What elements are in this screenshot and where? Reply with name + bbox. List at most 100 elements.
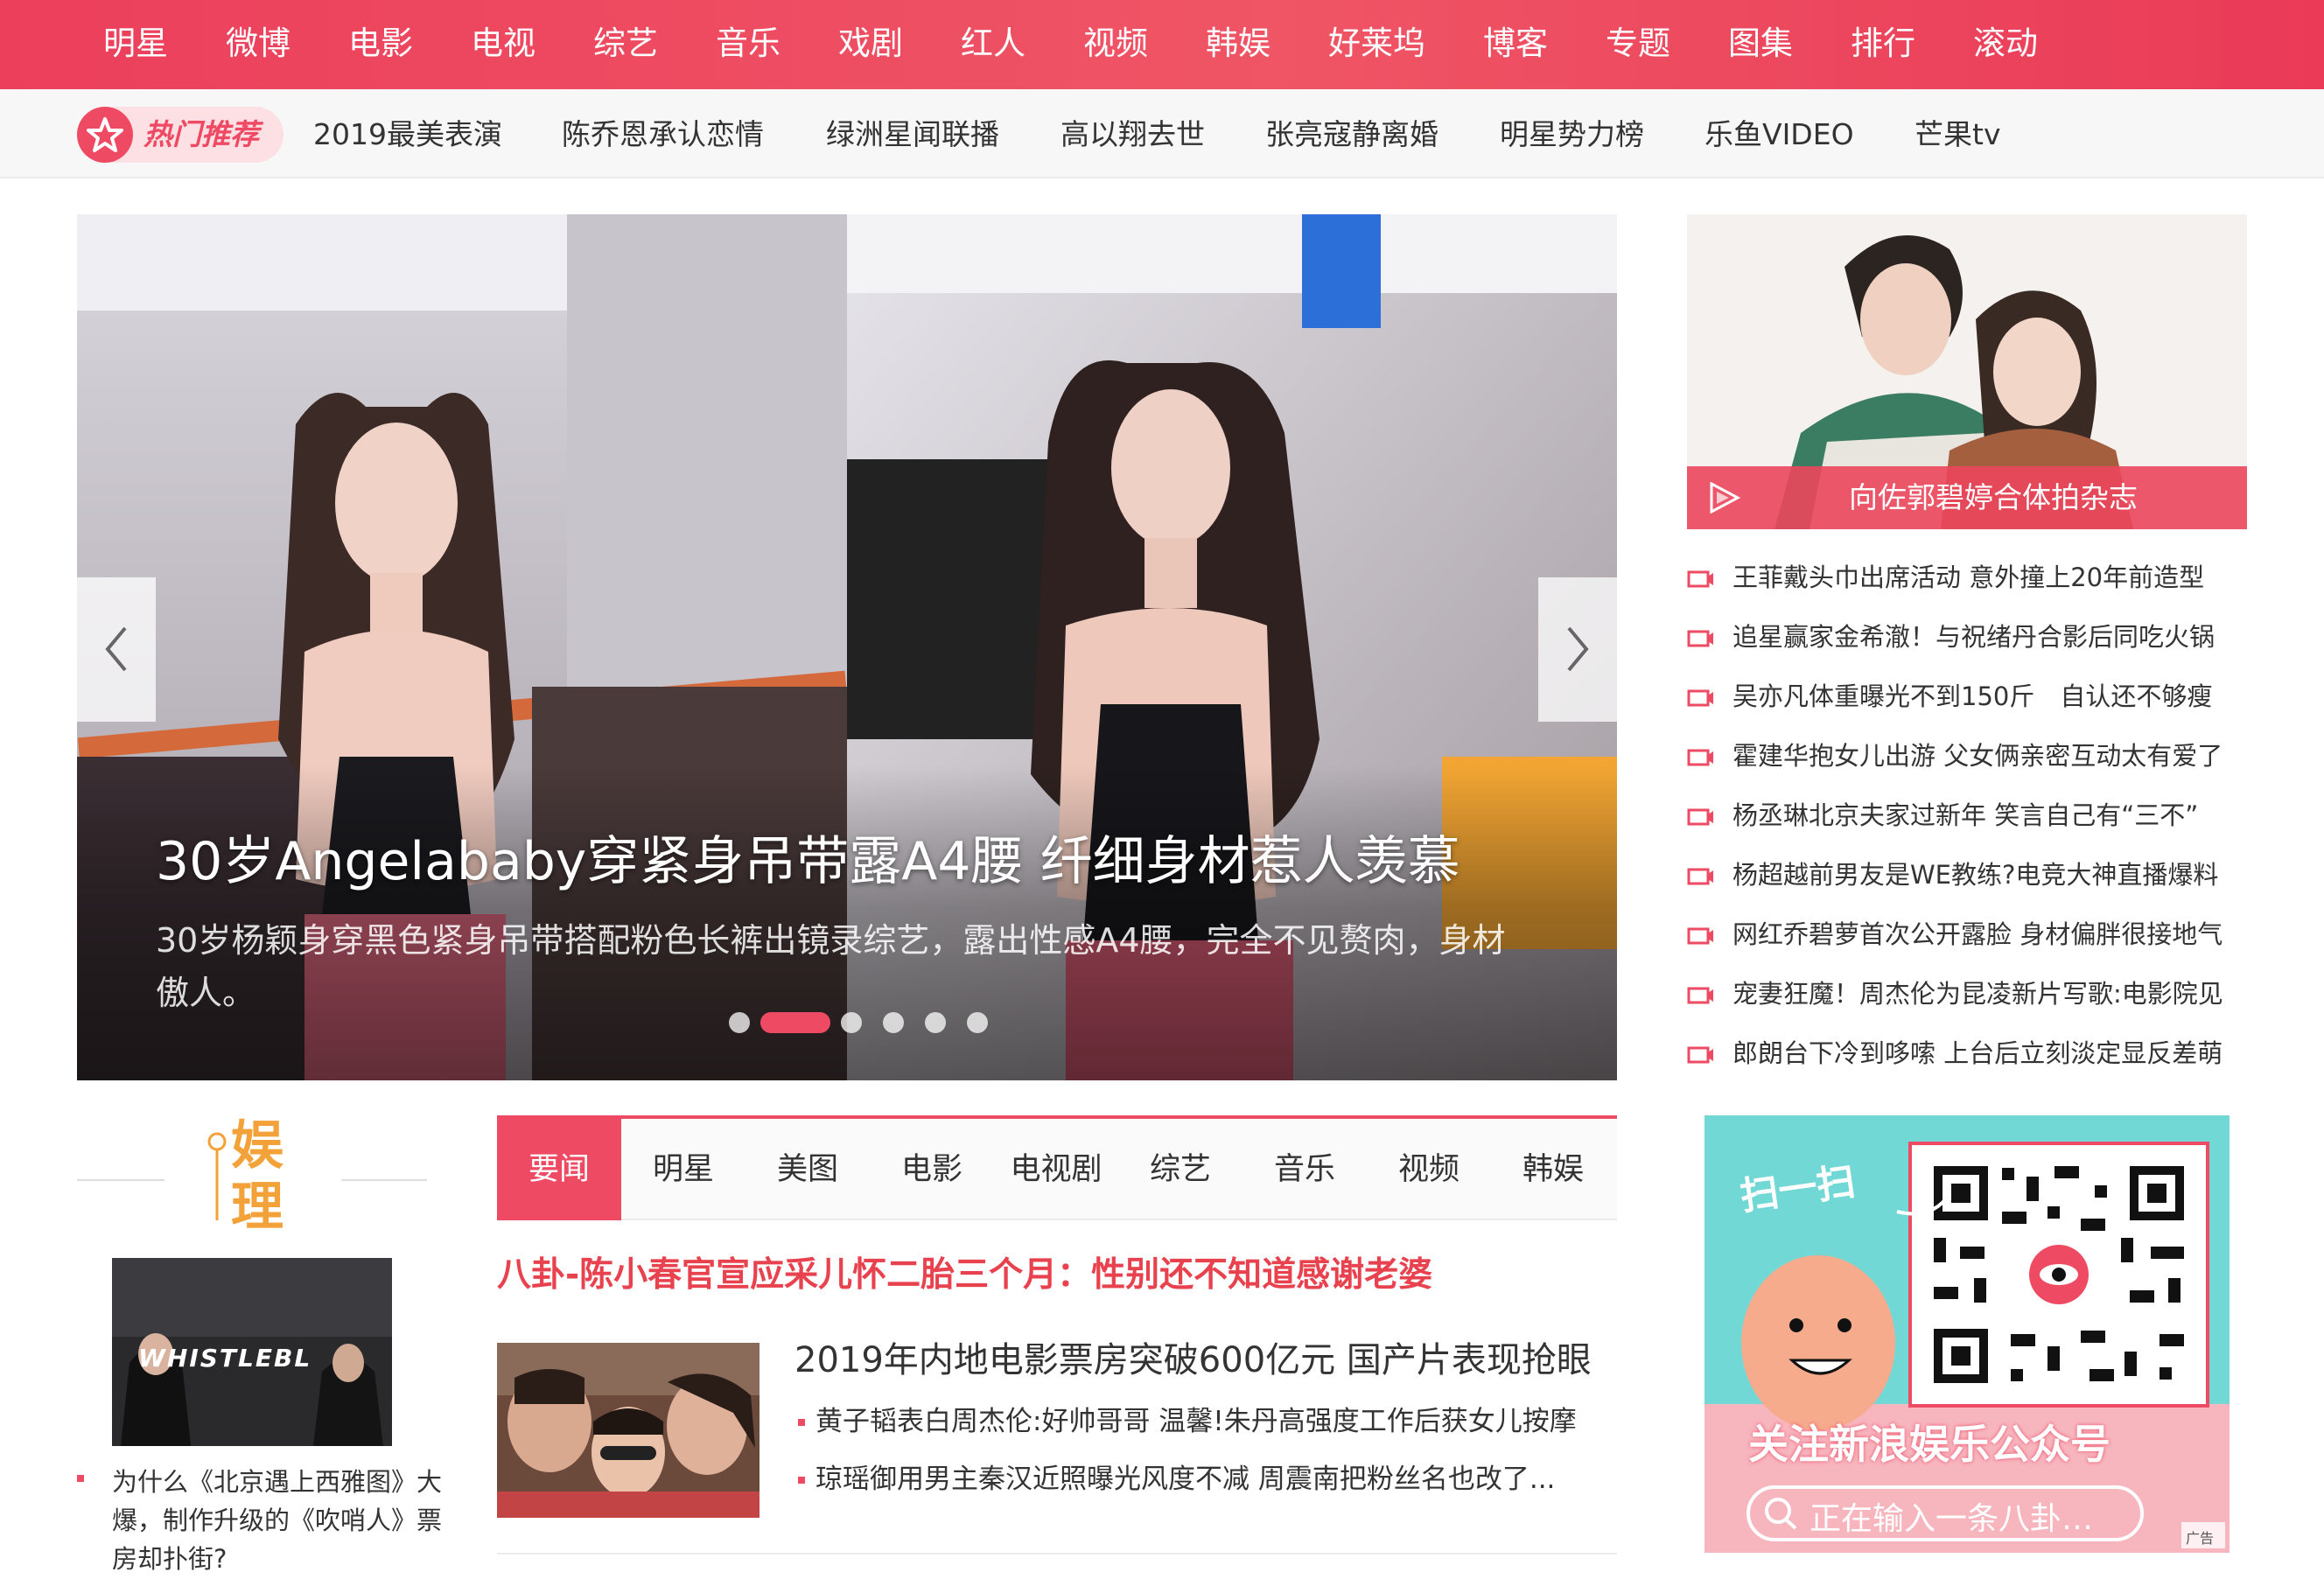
nav-item-stars[interactable]: 明星: [103, 19, 168, 68]
yuli-logo: 娱 理: [201, 1115, 306, 1247]
star-icon: [77, 107, 133, 163]
wechat-qr-ad[interactable]: 扫一扫 关注新浪娱乐公众号 正在输入一条八卦… 广告: [1704, 1115, 2230, 1553]
featured-title: 向佐郭碧婷合体拍杂志: [1849, 480, 2138, 514]
hot-recommend-pill: 热门推荐: [77, 107, 284, 163]
nav-item-ranking[interactable]: 排行: [1851, 19, 1915, 68]
carousel-dot[interactable]: [967, 1012, 988, 1033]
hot-recommend-bar: 热门推荐 2019最美表演 陈乔恩承认恋情 绿洲星闻联播 高以翔去世 张亮寇静离…: [0, 89, 2324, 178]
family-photo: [497, 1343, 760, 1518]
video-icon: [1687, 689, 1713, 707]
featured-caption-bar: 向佐郭碧婷合体拍杂志: [1687, 466, 2247, 529]
article-thumbnail[interactable]: WHISTLEBL: [112, 1258, 392, 1446]
tab-movies[interactable]: 电影: [870, 1119, 994, 1220]
tab-video[interactable]: 视频: [1367, 1119, 1491, 1220]
nav-item-drama[interactable]: 戏剧: [838, 19, 903, 68]
story-thumbnail[interactable]: [497, 1343, 760, 1518]
tab-korean[interactable]: 韩娱: [1491, 1119, 1615, 1220]
news-list-text: 王菲戴头巾出席活动 意外撞上20年前造型: [1732, 562, 2205, 592]
headline-carousel[interactable]: 30岁Angelababy穿紧身吊带露A4腰 纤细身材惹人羡慕 30岁杨颖身穿黑…: [77, 214, 1617, 1080]
carousel-dot[interactable]: [883, 1012, 904, 1033]
logo-char: 理: [231, 1177, 284, 1238]
carousel-next-button[interactable]: [1538, 577, 1617, 722]
hot-link[interactable]: 2019最美表演: [313, 115, 502, 155]
ad-badge: 广告: [2186, 1530, 2215, 1547]
carousel-pagination: [729, 1010, 1079, 1037]
carousel-title[interactable]: 30岁Angelababy穿紧身吊带露A4腰 纤细身材惹人羡慕: [156, 827, 1556, 897]
story-sub-text: 黄子韬表白周杰伦:好帅哥哥 温馨!朱丹高强度工作后获女儿按摩: [816, 1406, 1577, 1437]
chevron-right-icon: [1567, 626, 1589, 672]
news-list-item[interactable]: 霍建华抱女儿出游 父女俩亲密互动太有爱了: [1687, 728, 2247, 787]
carousel-prev-button[interactable]: [77, 577, 156, 722]
nav-item-video[interactable]: 视频: [1083, 19, 1148, 68]
top-nav: 明星 微博 电影 电视 综艺 音乐 戏剧 红人 视频 韩娱 好莱坞 博客 专题 …: [0, 0, 2324, 89]
nav-item-korean[interactable]: 韩娱: [1206, 19, 1270, 68]
nav-item-music[interactable]: 音乐: [716, 19, 780, 68]
article-caption-text[interactable]: 为什么《北京遇上西雅图》大爆，制作升级的《吹哨人》票房却扑街?: [112, 1463, 444, 1578]
news-list-item[interactable]: 王菲戴头巾出席活动 意外撞上20年前造型: [1687, 549, 2247, 609]
tab-headlines[interactable]: 要闻: [497, 1119, 621, 1220]
news-list-item[interactable]: 追星赢家金希澈！与祝绪丹合影后同吃火锅: [1687, 609, 2247, 668]
video-icon: [1687, 868, 1713, 885]
hot-link[interactable]: 高以翔去世: [1060, 115, 1205, 155]
nav-item-blog[interactable]: 博客: [1483, 19, 1548, 68]
story-sub-item[interactable]: 琼瑶御用男主秦汉近照曝光风度不减 周震南把粉丝名也改了...: [794, 1457, 1634, 1501]
hot-recommend-label: 热门推荐: [144, 117, 259, 151]
nav-item-variety[interactable]: 综艺: [593, 19, 658, 68]
ad-follow-text: 关注新浪娱乐公众号: [1748, 1421, 2110, 1468]
bullet-icon: [798, 1477, 805, 1484]
nav-item-hollywood[interactable]: 好莱坞: [1328, 19, 1425, 68]
news-list-text: 追星赢家金希澈！与祝绪丹合影后同吃火锅: [1732, 622, 2216, 652]
story-title[interactable]: 2019年内地电影票房突破600亿元 国产片表现抢眼: [794, 1334, 1592, 1387]
nav-item-weibo[interactable]: 微博: [226, 19, 290, 68]
video-icon: [1687, 808, 1713, 826]
carousel-dot[interactable]: [841, 1012, 862, 1033]
news-list-item[interactable]: 吴亦凡体重曝光不到150斤 自认还不够瘦: [1687, 668, 2247, 728]
top-headline[interactable]: 八卦-陈小春官宣应采儿怀二胎三个月：性别还不知道感谢老婆: [497, 1249, 1617, 1302]
video-icon: [1687, 987, 1713, 1004]
news-list-text: 吴亦凡体重曝光不到150斤 自认还不够瘦: [1732, 681, 2213, 711]
nav-item-influencers[interactable]: 红人: [961, 19, 1026, 68]
tab-music[interactable]: 音乐: [1242, 1119, 1367, 1220]
news-list-text: 霍建华抱女儿出游 父女俩亲密互动太有爱了: [1732, 741, 2223, 771]
nav-item-topics[interactable]: 专题: [1606, 19, 1670, 68]
carousel-description: 30岁杨颖身穿黑色紧身吊带搭配粉色长裤出镜录综艺，露出性感A4腰，完全不见赘肉，…: [156, 921, 1506, 1012]
nav-item-rolling[interactable]: 滚动: [1973, 19, 2038, 68]
news-list-item[interactable]: 杨丞琳北京夫家过新年 笑言自己有“三不”: [1687, 787, 2247, 847]
news-list-item[interactable]: 郎朗台下冷到哆嗦 上台后立刻淡定显反差萌: [1687, 1025, 2247, 1085]
nav-item-movies[interactable]: 电影: [348, 19, 413, 68]
video-icon: [1687, 570, 1713, 588]
tab-tv-series[interactable]: 电视剧: [994, 1119, 1118, 1220]
news-tabs: 要闻 明星 美图 电影 电视剧 综艺 音乐 视频 韩娱: [497, 1115, 1617, 1220]
hot-link[interactable]: 绿洲星闻联播: [826, 115, 999, 155]
hot-link[interactable]: 张亮寇静离婚: [1265, 115, 1438, 155]
tab-photos[interactable]: 美图: [746, 1119, 870, 1220]
news-list-text: 宠妻狂魔！周杰伦为昆凌新片写歌:电影院见: [1732, 979, 2223, 1009]
video-icon: [1687, 927, 1713, 945]
logo-char: 娱: [231, 1115, 284, 1177]
news-list-text: 网红乔碧萝首次公开露脸 身材偏胖很接地气: [1732, 919, 2223, 949]
story-sub-item[interactable]: 黄子韬表白周杰伦:好帅哥哥 温馨!朱丹高强度工作后获女儿按摩: [794, 1400, 1634, 1443]
video-icon: [1687, 630, 1713, 647]
news-list-item[interactable]: 杨超越前男友是WE教练?电竞大神直播爆料: [1687, 847, 2247, 906]
carousel-dot[interactable]: [925, 1012, 946, 1033]
tab-stars[interactable]: 明星: [621, 1119, 746, 1220]
hot-link[interactable]: 明星势力榜: [1500, 115, 1644, 155]
featured-video-card[interactable]: 向佐郭碧婷合体拍杂志: [1687, 214, 2247, 529]
nav-item-gallery[interactable]: 图集: [1728, 19, 1793, 68]
tab-variety[interactable]: 综艺: [1118, 1119, 1242, 1220]
hot-link[interactable]: 陈乔恩承认恋情: [562, 115, 764, 155]
divider: [77, 1179, 164, 1181]
news-list-item[interactable]: 宠妻狂魔！周杰伦为昆凌新片写歌:电影院见: [1687, 966, 2247, 1025]
carousel-dot[interactable]: [729, 1012, 750, 1033]
news-list-text: 杨丞琳北京夫家过新年 笑言自己有“三不”: [1732, 800, 2199, 830]
video-icon: [1687, 749, 1713, 766]
hot-link[interactable]: 乐鱼VIDEO: [1704, 115, 1854, 155]
hot-link[interactable]: 芒果tv: [1914, 115, 2000, 155]
carousel-dot-active[interactable]: [760, 1012, 830, 1033]
news-list-item[interactable]: 网红乔碧萝首次公开露脸 身材偏胖很接地气: [1687, 906, 2247, 966]
news-list-text: 杨超越前男友是WE教练?电竞大神直播爆料: [1732, 860, 2219, 890]
video-icon: [1687, 1046, 1713, 1064]
nav-item-tv[interactable]: 电视: [471, 19, 536, 68]
story-sub-text: 琼瑶御用男主秦汉近照曝光风度不减 周震南把粉丝名也改了...: [816, 1464, 1556, 1495]
chevron-left-icon: [105, 626, 127, 672]
